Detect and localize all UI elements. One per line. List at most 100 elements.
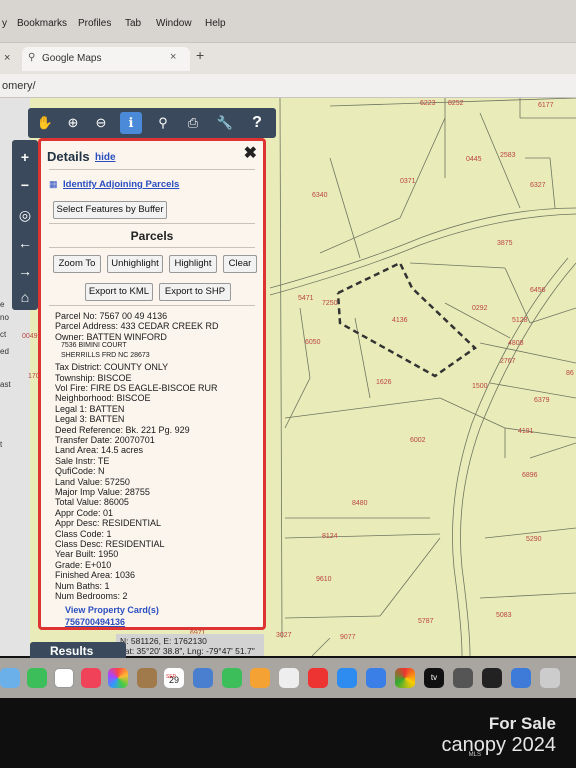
edge-text: ct	[0, 330, 7, 339]
parcel-info-line: Finished Area: 1036	[55, 570, 136, 581]
divider	[49, 169, 255, 170]
app-icon[interactable]	[137, 668, 157, 688]
map-side-toolbar: + − ◎ ← → ⌂	[12, 140, 38, 310]
details-title: Details	[47, 149, 90, 164]
parcel-number-label: 8480	[352, 500, 368, 507]
export-shp-button[interactable]: Export to SHP	[159, 283, 231, 301]
facetime-icon[interactable]	[27, 668, 47, 688]
apple-tv-icon[interactable]: tv	[424, 668, 444, 688]
finder-icon[interactable]	[0, 668, 20, 688]
calendar-icon[interactable]: SEP 29	[164, 668, 184, 688]
parcel-number-label: 5083	[496, 612, 512, 619]
tab-google-maps[interactable]: ⚲ Google Maps ×	[22, 47, 190, 71]
search-icon[interactable]: ⚲	[152, 112, 174, 134]
parcel-number-label: 8252	[448, 100, 464, 107]
parcel-number-label: 0445	[466, 156, 482, 163]
menu-tab[interactable]: Tab	[125, 18, 141, 29]
parcel-info-line: Grade: E+010	[55, 559, 112, 570]
zoom-to-button[interactable]: Zoom To	[53, 255, 101, 273]
zoom-plus-icon[interactable]: +	[14, 146, 36, 168]
parcel-number-label: 2583	[500, 152, 516, 159]
parcel-info-line: Num Baths: 1	[55, 580, 110, 591]
menu-profiles[interactable]: Profiles	[78, 18, 111, 29]
unhighlight-button[interactable]: Unhighlight	[107, 255, 163, 273]
parcel-number-label: 7250	[322, 300, 338, 307]
select-by-buffer-button[interactable]: Select Features by Buffer	[53, 201, 167, 219]
identify-info-icon[interactable]: ℹ	[120, 112, 142, 134]
app-icon[interactable]	[193, 668, 213, 688]
parcel-info-line: Legal 3: BATTEN	[55, 414, 125, 425]
print-icon[interactable]: ⎙	[182, 112, 204, 134]
parcel-number-label: 3027	[276, 632, 292, 639]
app-icon[interactable]	[453, 668, 473, 688]
address-bar[interactable]: omery/	[0, 74, 576, 98]
edge-text: ast	[0, 380, 11, 389]
url-text: omery/	[2, 80, 36, 92]
parcel-number-label: 6002	[410, 437, 426, 444]
highlight-button[interactable]: Highlight	[169, 255, 217, 273]
pages-icon[interactable]	[250, 668, 270, 688]
tab-close-icon[interactable]: ×	[170, 51, 176, 63]
identify-adjoining-link[interactable]: Identify Adjoining Parcels	[63, 179, 179, 190]
chrome-icon[interactable]	[395, 668, 415, 688]
new-tab-button[interactable]: +	[196, 47, 204, 63]
numbers-icon[interactable]	[222, 668, 242, 688]
pan-hand-icon[interactable]: ✋	[34, 112, 56, 134]
contacts-icon[interactable]	[54, 668, 74, 688]
zoom-minus-icon[interactable]: −	[14, 174, 36, 196]
parcel-info-line: SHERRILLS FRD NC 28673	[61, 352, 150, 360]
zoom-in-icon[interactable]: ⊕	[62, 112, 84, 134]
map-toolbar: ✋ ⊕ ⊖ ℹ ⚲ ⎙ 🔧 ?	[28, 108, 276, 138]
parcel-info-line: Vol Fire: FIRE DS EAGLE-BISCOE RUR	[55, 383, 218, 393]
parcel-number-label: 0371	[400, 178, 416, 185]
parcel-number-label: 0049	[22, 333, 38, 340]
menu-item-partial[interactable]: y	[2, 18, 7, 29]
app-icon[interactable]	[540, 668, 560, 688]
parcel-info-line: Appr Desc: RESIDENTIAL	[55, 518, 162, 529]
parcel-number-label: 6327	[530, 182, 546, 189]
export-kml-button[interactable]: Export to KML	[85, 283, 153, 301]
next-extent-icon[interactable]: →	[14, 260, 36, 282]
coord-latlng: Lat: 35°20' 38.8", Lng: -79°47' 51.7"	[120, 646, 255, 656]
app-store-icon[interactable]	[337, 668, 357, 688]
parcel-number-label: 9610	[316, 576, 332, 583]
parcel-number-label: 6379	[534, 397, 550, 404]
previous-extent-icon[interactable]: ←	[14, 232, 36, 254]
help-icon[interactable]: ?	[246, 112, 268, 134]
mac-dock: SEP 29 tv	[0, 658, 576, 698]
parcel-info-line: Land Area: 14.5 acres	[55, 445, 144, 456]
map-pin-icon: ⚲	[28, 52, 36, 63]
edge-text: t	[0, 440, 3, 449]
home-icon[interactable]: ⌂	[14, 286, 36, 308]
menu-bookmarks[interactable]: Bookmarks	[17, 18, 67, 29]
close-icon[interactable]: ✖	[244, 143, 257, 163]
parcel-number-label: 5787	[418, 618, 434, 625]
music-icon[interactable]	[81, 668, 101, 688]
zoom-out-icon[interactable]: ⊖	[90, 112, 112, 134]
clear-button[interactable]: Clear	[223, 255, 257, 273]
parcel-number-label: 4136	[392, 317, 408, 324]
hide-link[interactable]: hide	[95, 152, 116, 163]
parcel-number-label: 9077	[340, 634, 356, 641]
parcel-info-line: Legal 1: BATTEN	[55, 403, 125, 414]
parcel-number-label: 4808	[508, 340, 524, 347]
parcel-info-line: Major Imp Value: 28755	[55, 487, 150, 497]
parcel-info-line: Year Built: 1950	[55, 549, 119, 560]
safari-icon[interactable]	[366, 668, 386, 688]
app-icon[interactable]	[482, 668, 502, 688]
close-tab-icon[interactable]: ×	[4, 52, 10, 64]
parcel-number-label: 6340	[312, 192, 328, 199]
tab-title: Google Maps	[42, 53, 102, 64]
wrench-icon[interactable]: 🔧	[214, 112, 236, 134]
parcel-number-label: 3875	[497, 240, 513, 247]
property-card-link[interactable]: 756700494136	[65, 617, 125, 627]
menu-window[interactable]: Window	[156, 18, 192, 29]
photos-icon[interactable]	[108, 668, 128, 688]
menu-help[interactable]: Help	[205, 18, 226, 29]
news-icon[interactable]	[308, 668, 328, 688]
parcel-number-label: 1500	[472, 383, 488, 390]
preview-icon[interactable]	[511, 668, 531, 688]
parcel-number-label: 6177	[538, 102, 554, 109]
app-icon[interactable]	[279, 668, 299, 688]
full-extent-icon[interactable]: ◎	[14, 204, 36, 226]
